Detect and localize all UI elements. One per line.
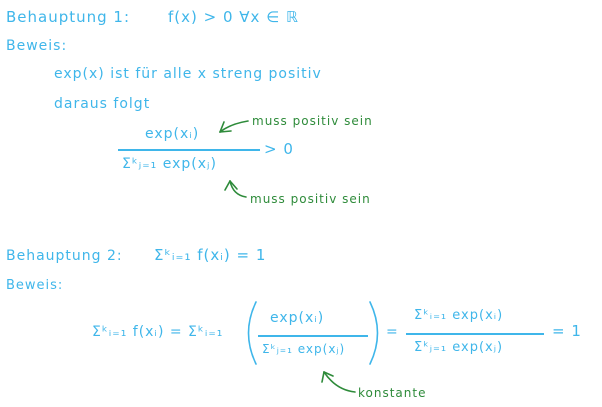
annotation-strokes [219, 120, 379, 393]
arrow-to-denominator [224, 180, 247, 198]
arrow-to-constant [321, 371, 356, 393]
left-parenthesis [247, 301, 257, 365]
right-parenthesis [369, 301, 379, 365]
arrow-to-numerator [219, 120, 249, 133]
